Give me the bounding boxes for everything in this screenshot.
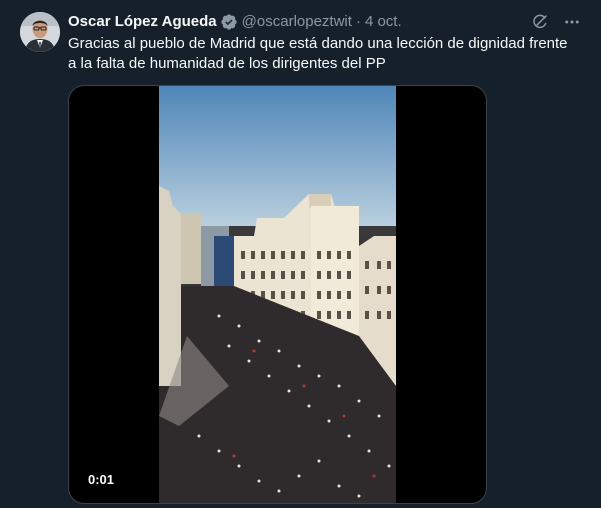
verified-badge-icon: [220, 13, 238, 31]
video-timer: 0:01: [83, 470, 120, 489]
tweet-date[interactable]: 4 oct.: [365, 12, 402, 32]
tweet-actions: [531, 12, 581, 32]
separator-dot: ·: [355, 13, 361, 30]
avatar-image: [20, 12, 60, 52]
more-icon[interactable]: [563, 13, 581, 31]
video-thumbnail: [159, 86, 396, 503]
video-player[interactable]: 0:01: [68, 85, 487, 504]
tweet[interactable]: Oscar López Agueda @oscarlopeztwit · 4 o…: [0, 0, 601, 508]
author-handle[interactable]: @oscarlopeztwit: [242, 12, 352, 32]
grok-icon[interactable]: [531, 13, 549, 31]
tweet-header: Oscar López Agueda @oscarlopeztwit · 4 o…: [68, 12, 581, 32]
tweet-text: Gracias al pueblo de Madrid que está dan…: [68, 35, 568, 72]
author-name[interactable]: Oscar López Agueda: [68, 12, 217, 32]
author-avatar[interactable]: [20, 12, 60, 52]
